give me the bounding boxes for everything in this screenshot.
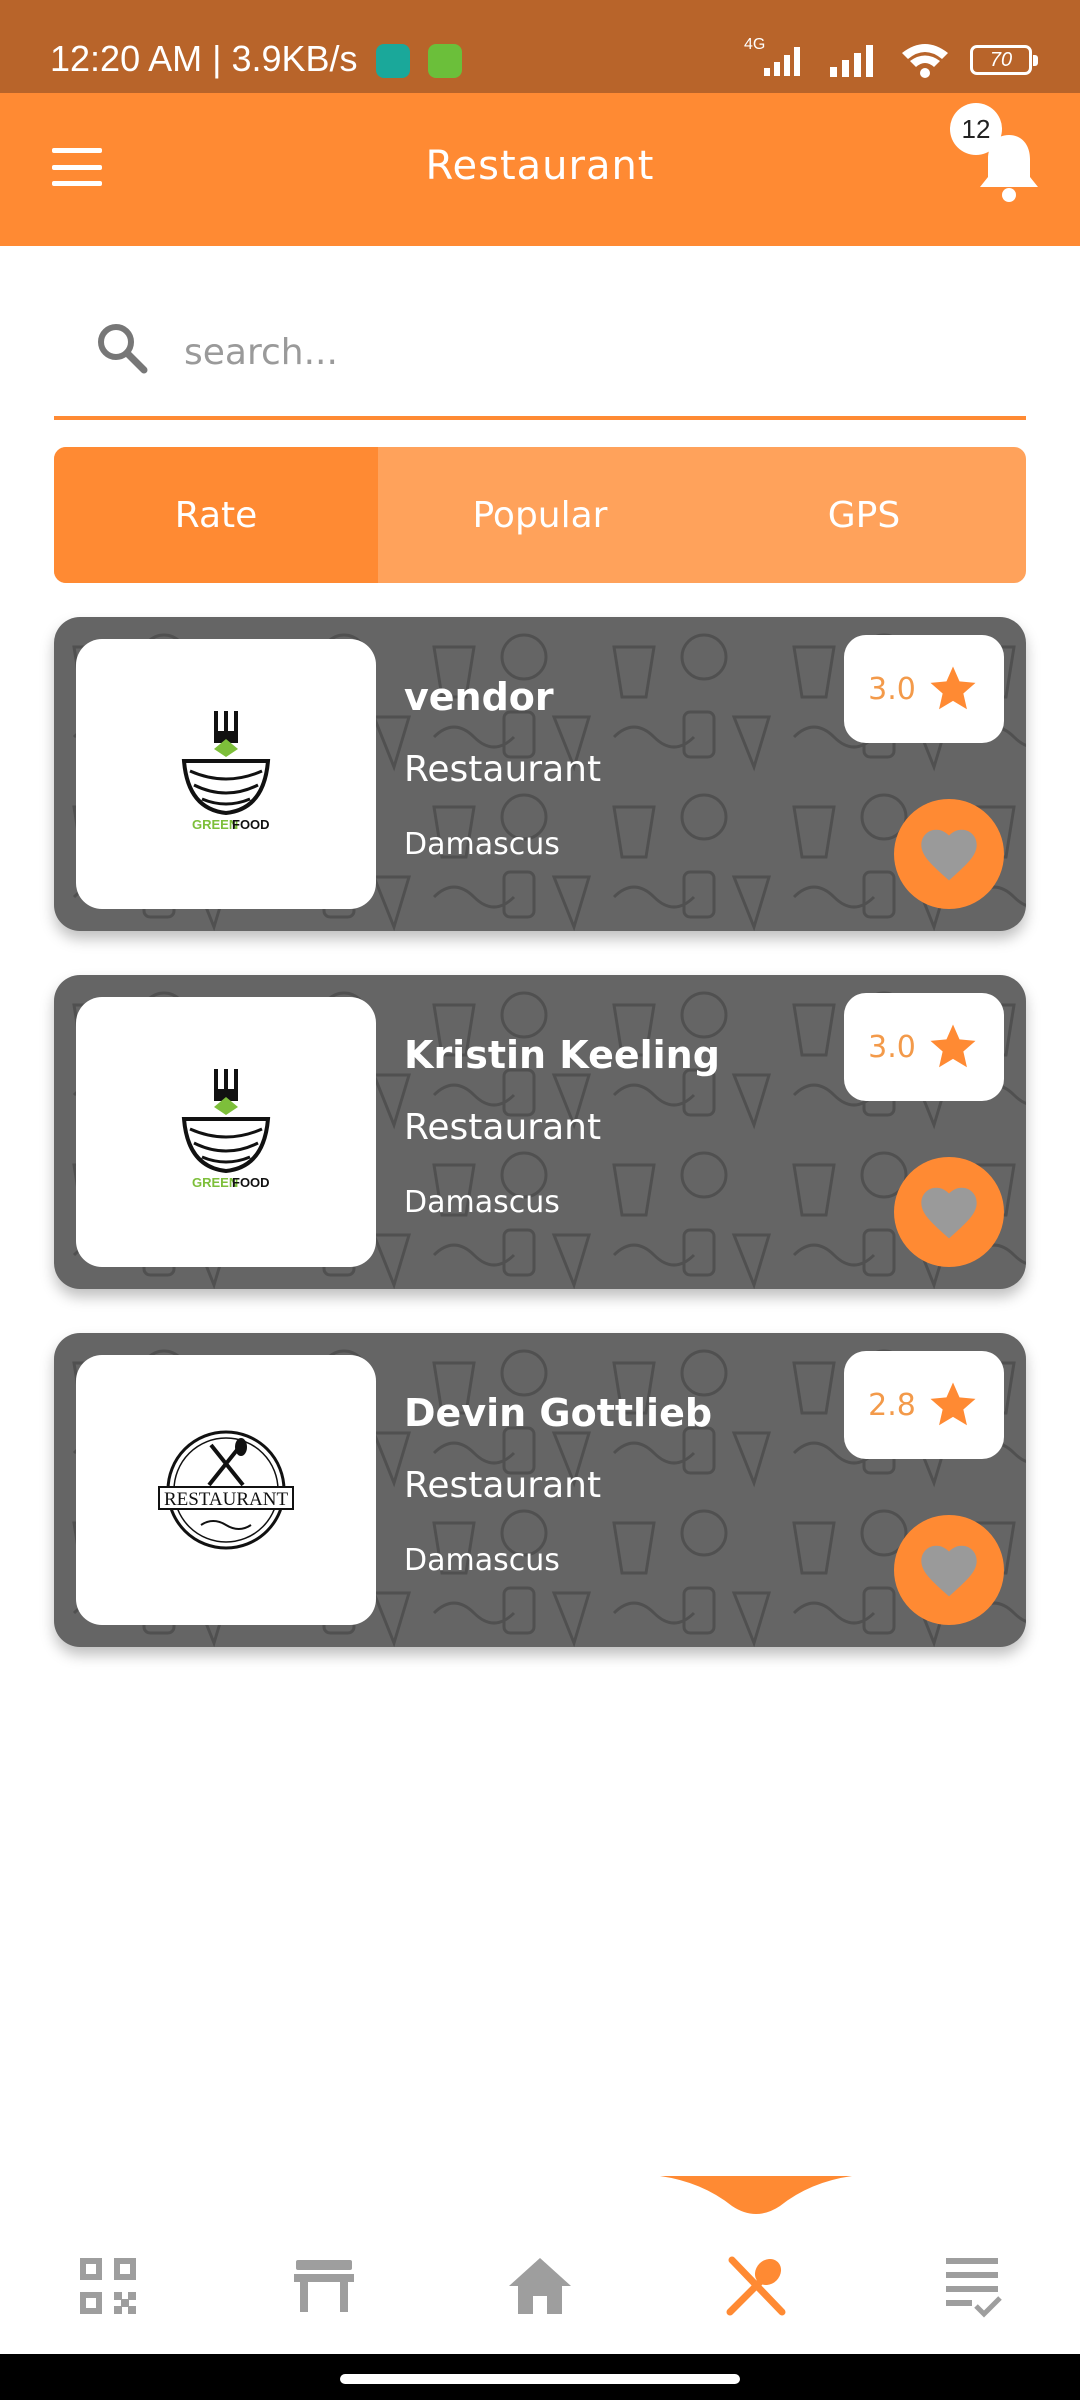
restaurant-card[interactable]: RESTAURANT Devin Gottlieb Restaurant Dam… xyxy=(54,1333,1026,1647)
restaurant-type: Restaurant xyxy=(404,1465,602,1506)
restaurant-name: Kristin Keeling xyxy=(404,1033,720,1077)
location-app-icon xyxy=(376,44,410,78)
greenfood-word-black: FOOD xyxy=(232,1175,270,1190)
restaurant-emblem-text: RESTAURANT xyxy=(164,1489,288,1510)
restaurant-city: Damascus xyxy=(404,1543,560,1578)
signal-icon xyxy=(830,45,873,77)
restaurant-card[interactable]: GREEN FOOD vendor Restaurant Damascus 3.… xyxy=(54,617,1026,931)
app-bar: Restaurant 12 xyxy=(0,93,1080,246)
nav-tables[interactable] xyxy=(284,2246,364,2326)
page-title: Restaurant xyxy=(425,143,655,189)
star-icon xyxy=(930,1024,976,1068)
favorite-button[interactable] xyxy=(894,1515,1004,1625)
restaurant-card[interactable]: GREEN FOOD Kristin Keeling Restaurant Da… xyxy=(54,975,1026,1289)
greenfood-logo: GREEN FOOD xyxy=(181,711,271,832)
qr-code-icon xyxy=(80,2258,136,2314)
status-bar: 12:20 AM | 3.9KB/s 4G 70 xyxy=(0,0,1080,93)
wifi-icon xyxy=(902,44,948,78)
favorite-button[interactable] xyxy=(894,1157,1004,1267)
table-icon xyxy=(294,2260,354,2312)
search-bar xyxy=(54,300,1026,420)
heart-icon xyxy=(921,1187,977,1239)
home-indicator[interactable] xyxy=(340,2374,740,2384)
restaurant-logo: RESTAURANT xyxy=(76,1355,376,1625)
star-icon xyxy=(930,666,976,710)
tab-rate[interactable]: Rate xyxy=(54,447,378,583)
restaurant-type: Restaurant xyxy=(404,749,602,790)
orders-list-icon xyxy=(946,2258,1002,2318)
star-icon xyxy=(930,1382,976,1426)
nav-restaurants[interactable] xyxy=(716,2246,796,2326)
system-home-bar xyxy=(0,2354,1080,2400)
rating-value: 3.0 xyxy=(868,1029,916,1065)
nav-qr-code[interactable] xyxy=(68,2246,148,2326)
restaurant-name: vendor xyxy=(404,675,554,719)
restaurant-city: Damascus xyxy=(404,827,560,862)
rating-badge: 3.0 xyxy=(844,635,1004,743)
notification-badge: 12 xyxy=(950,103,1002,155)
tab-gps[interactable]: GPS xyxy=(702,447,1026,583)
heart-icon xyxy=(921,1545,977,1597)
heart-icon xyxy=(921,829,977,881)
status-time: 12:20 AM | 3.9KB/s xyxy=(50,38,358,79)
active-tab-notch xyxy=(660,2176,852,2214)
search-icon xyxy=(98,324,148,374)
rating-badge: 3.0 xyxy=(844,993,1004,1101)
nav-home[interactable] xyxy=(500,2246,580,2326)
favorite-button[interactable] xyxy=(894,799,1004,909)
greenfood-word-black: FOOD xyxy=(232,817,270,832)
android-app-icon xyxy=(428,44,462,78)
battery-indicator: 70 xyxy=(970,45,1038,75)
bottom-navigation xyxy=(0,2218,1080,2354)
restaurant-logo: GREEN FOOD xyxy=(76,639,376,909)
rating-value: 3.0 xyxy=(868,671,916,707)
home-icon xyxy=(509,2258,571,2314)
status-indicators: 4G 70 xyxy=(744,36,1038,82)
search-input[interactable] xyxy=(184,322,984,382)
nav-orders[interactable] xyxy=(932,2246,1012,2326)
restaurant-type: Restaurant xyxy=(404,1107,602,1148)
rating-value: 2.8 xyxy=(868,1387,916,1423)
signal-4g-icon: 4G xyxy=(744,36,808,78)
tab-popular[interactable]: Popular xyxy=(378,447,702,583)
notifications-button[interactable]: 12 xyxy=(950,103,1040,213)
restaurant-icon xyxy=(726,2256,786,2316)
restaurant-emblem-logo: RESTAURANT xyxy=(158,1430,294,1550)
restaurant-name: Devin Gottlieb xyxy=(404,1391,713,1435)
rating-badge: 2.8 xyxy=(844,1351,1004,1459)
restaurant-city: Damascus xyxy=(404,1185,560,1220)
sort-tabs: Rate Popular GPS xyxy=(54,447,1026,583)
greenfood-logo: GREEN FOOD xyxy=(181,1069,271,1190)
restaurant-logo: GREEN FOOD xyxy=(76,997,376,1267)
